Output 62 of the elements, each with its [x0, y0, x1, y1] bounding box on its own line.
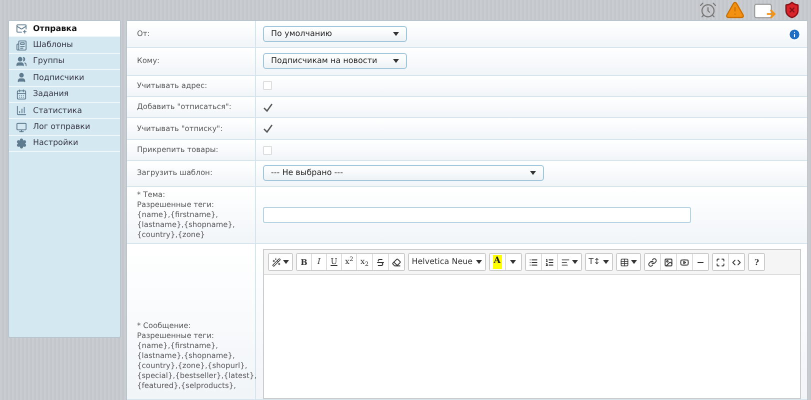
caret-icon [393, 32, 399, 36]
info-icon [788, 28, 801, 41]
caret-icon [393, 59, 399, 64]
fullscreen-button[interactable] [713, 254, 730, 270]
checkbox[interactable] [263, 146, 272, 155]
dropdown-button[interactable]: T↕ [586, 254, 612, 270]
alarm-clock-icon [699, 1, 717, 19]
sidebar-item[interactable]: Шаблоны [9, 37, 120, 54]
bullet-list-icon [528, 258, 538, 267]
caret-icon [530, 171, 536, 176]
format-button[interactable]: B [297, 254, 312, 270]
bullet-list-button[interactable] [526, 254, 542, 270]
format-button[interactable]: x$^{2}$ [342, 254, 358, 270]
caret-icon [572, 260, 578, 264]
newspaper-icon [16, 40, 27, 51]
fullscreen-icon [716, 258, 726, 267]
user-icon [16, 72, 27, 84]
mail-plus-icon [16, 23, 27, 34]
highlight-button[interactable]: A [490, 254, 506, 270]
subject-input[interactable] [263, 206, 691, 223]
numbered-list-icon [544, 258, 554, 267]
sidebar-item[interactable]: Лог отправки [9, 119, 120, 136]
link-icon [648, 258, 658, 267]
caret-icon [283, 260, 289, 264]
checkmark-icon[interactable] [263, 124, 273, 134]
code-view-icon [732, 258, 742, 267]
align-icon [560, 258, 570, 267]
select-field[interactable]: --- Не выбрано --- [263, 165, 544, 182]
gear-icon [16, 138, 27, 149]
sidebar-item[interactable]: Группы [9, 54, 120, 70]
sidebar-item[interactable]: Задания [9, 86, 120, 103]
select-field[interactable]: По умолчанию [263, 26, 407, 42]
code-view-button[interactable] [729, 254, 744, 270]
video-icon [680, 258, 690, 267]
format-button[interactable]: ? [749, 254, 764, 270]
calendar-icon [16, 88, 27, 100]
sidebar-item[interactable]: Подписчики [9, 70, 120, 87]
eraser-icon [392, 258, 401, 267]
caret-icon [476, 260, 482, 264]
users-icon [16, 56, 27, 67]
wand-icon [272, 258, 281, 267]
checkbox[interactable] [263, 81, 272, 90]
video-button[interactable] [677, 254, 694, 270]
image-icon [664, 258, 674, 267]
strikethrough-icon [376, 258, 385, 267]
message-editor[interactable]: B I U x$^{2}$ x$_{2}$ Helvetica Neue A T↕ ? [263, 249, 801, 400]
sidebar-item[interactable]: Настройки [9, 136, 120, 152]
sidebar-item[interactable]: Отправка [9, 21, 120, 38]
format-button[interactable]: x$_{2}$ [357, 254, 373, 270]
caret-icon [631, 260, 638, 264]
monitor-icon [16, 122, 27, 133]
bar-chart-icon [16, 105, 27, 116]
table-icon [620, 258, 630, 267]
shield-close-icon [783, 1, 801, 19]
caret-icon [510, 260, 516, 264]
sidebar-item[interactable]: Статистика [9, 102, 120, 120]
caret-icon [603, 260, 610, 264]
warning-icon [725, 0, 745, 20]
select-field[interactable]: Подписчикам на новости [263, 53, 407, 70]
dropdown-button[interactable]: Helvetica Neue [408, 254, 485, 270]
checkmark-icon[interactable] [263, 102, 273, 112]
link-button[interactable] [645, 254, 662, 270]
